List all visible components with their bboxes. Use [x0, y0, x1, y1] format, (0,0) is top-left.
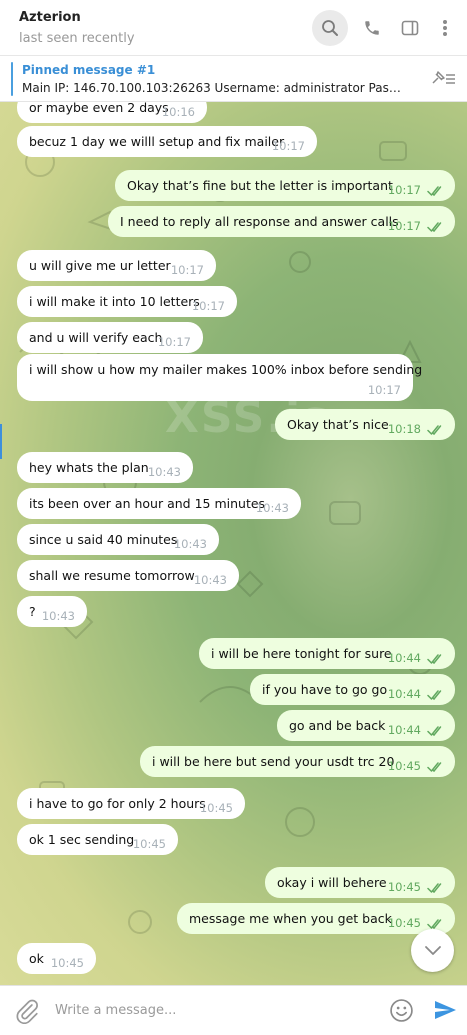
message-time: 10:44	[387, 723, 421, 737]
outgoing-message-bubble[interactable]: okay i will behere 10:45	[265, 867, 455, 898]
incoming-message-bubble[interactable]: hey whats the plan 10:43	[17, 452, 193, 483]
read-receipt-icon	[427, 424, 445, 436]
incoming-message-bubble[interactable]: shall we resume tomorrow 10:43	[17, 560, 239, 591]
outgoing-message-bubble[interactable]: message me when you get back 10:45	[177, 903, 455, 934]
search-icon[interactable]	[312, 10, 348, 46]
incoming-message-bubble[interactable]: i will show u how my mailer makes 100% i…	[17, 354, 422, 401]
message-time: 10:45	[387, 759, 421, 773]
read-receipt-icon	[427, 653, 445, 665]
message-time: 10:16	[161, 105, 195, 119]
message-composer	[0, 985, 467, 1035]
message-time: 10:17	[191, 299, 225, 313]
outgoing-message-bubble[interactable]: I need to reply all response and answer …	[108, 206, 455, 237]
incoming-message-bubble[interactable]: its been over an hour and 15 minutes 10:4…	[17, 488, 301, 519]
message-time: 10:44	[387, 651, 421, 665]
message-text: u will give me ur letter	[29, 258, 171, 273]
emoji-icon[interactable]	[389, 998, 414, 1023]
chat-history[interactable]: XSS.is or maybe even 2 days 10:16 becuz 1 …	[0, 102, 467, 985]
incoming-message-bubble[interactable]: or maybe even 2 days 10:16	[17, 102, 207, 123]
scroll-to-bottom-button[interactable]	[411, 929, 454, 972]
outgoing-message-bubble[interactable]: i will be here tonight for sure 10:44	[199, 638, 455, 669]
read-receipt-icon	[427, 689, 445, 701]
message-time: 10:17	[367, 383, 401, 397]
message-text: ok 1 sec sending	[29, 832, 135, 847]
message-time: 10:44	[387, 687, 421, 701]
read-receipt-icon	[427, 882, 445, 894]
incoming-message-bubble[interactable]: i have to go for only 2 hours 10:45	[17, 788, 245, 819]
phone-icon[interactable]	[354, 10, 390, 46]
incoming-message-bubble[interactable]: i will make it into 10 letters 10:17	[17, 286, 237, 317]
incoming-message-bubble[interactable]: ? 10:43	[17, 596, 87, 627]
incoming-message-bubble[interactable]: u will give me ur letter 10:17	[17, 250, 216, 281]
message-text: ?	[29, 604, 36, 619]
message-text: its been over an hour and 15 minutes	[29, 496, 266, 511]
outgoing-message-bubble[interactable]: Okay that’s fine but the letter is impor…	[115, 170, 455, 201]
outgoing-message-bubble[interactable]: go and be back 10:44	[277, 710, 455, 741]
message-text: message me when you get back	[189, 911, 392, 926]
incoming-message-bubble[interactable]: ok 1 sec sending 10:45	[17, 824, 178, 855]
incoming-message-bubble[interactable]: since u said 40 minutes 10:43	[17, 524, 219, 555]
incoming-message-bubble[interactable]: and u will verify each 10:17	[17, 322, 203, 353]
chevron-down-icon	[424, 945, 441, 955]
read-receipt-icon	[427, 761, 445, 773]
message-time: 10:17	[157, 335, 191, 349]
message-time: 10:45	[50, 956, 84, 970]
message-time: 10:45	[132, 837, 166, 851]
message-text: i will show u how my mailer makes 100% i…	[29, 362, 423, 377]
outgoing-message-bubble[interactable]: i will be here but send your usdt trc 20…	[140, 746, 455, 777]
message-time: 10:43	[173, 537, 207, 551]
message-text: I need to reply all response and answer …	[120, 214, 399, 229]
message-text: shall we resume tomorrow	[29, 568, 195, 583]
incoming-message-bubble[interactable]: becuz 1 day we willl setup and fix maile…	[17, 126, 317, 157]
message-text: i will make it into 10 letters	[29, 294, 200, 309]
message-text: if you have to go go	[262, 682, 388, 697]
sidebar-toggle-icon[interactable]	[392, 10, 428, 46]
message-text: hey whats the plan	[29, 460, 149, 475]
message-time: 10:43	[255, 501, 289, 515]
incoming-message-bubble[interactable]: ok 10:45	[17, 943, 96, 974]
pinned-message-bar[interactable]: Pinned message #1 Main IP: 146.70.100.10…	[0, 56, 467, 102]
message-text: Okay that’s fine but the letter is impor…	[127, 178, 393, 193]
message-time: 10:17	[170, 263, 204, 277]
chat-title[interactable]: Azterion	[19, 10, 81, 25]
read-receipt-icon	[427, 221, 445, 233]
read-receipt-icon	[427, 725, 445, 737]
message-text: i will be here tonight for sure	[211, 646, 392, 661]
message-time: 10:45	[387, 916, 421, 930]
pinned-text: Main IP: 146.70.100.103:26263 Username: …	[22, 81, 406, 95]
message-text: since u said 40 minutes	[29, 532, 178, 547]
message-time: 10:45	[387, 880, 421, 894]
message-time: 10:43	[41, 609, 75, 623]
outgoing-message-bubble[interactable]: Okay that’s nice 10:18	[275, 409, 455, 440]
message-time: 10:17	[271, 139, 305, 153]
scroll-indicator[interactable]	[0, 424, 2, 459]
message-text: i have to go for only 2 hours	[29, 796, 206, 811]
read-receipt-icon	[427, 185, 445, 197]
message-time: 10:43	[147, 465, 181, 479]
outgoing-message-bubble[interactable]: if you have to go go 10:44	[250, 674, 455, 705]
send-icon[interactable]	[433, 998, 457, 1022]
message-text: and u will verify each	[29, 330, 163, 345]
message-input[interactable]	[55, 1000, 365, 1020]
message-text: okay i will behere	[277, 875, 387, 890]
message-text: go and be back	[289, 718, 386, 733]
message-time: 10:18	[387, 422, 421, 436]
message-time: 10:17	[387, 219, 421, 233]
attach-icon[interactable]	[14, 998, 40, 1025]
pinned-title: Pinned message #1	[22, 63, 156, 77]
message-time: 10:45	[199, 801, 233, 815]
chat-status: last seen recently	[19, 31, 135, 46]
pinned-accent-bar	[11, 62, 13, 96]
message-text: ok	[29, 951, 44, 966]
message-time: 10:43	[193, 573, 227, 587]
pinned-list-icon[interactable]	[428, 68, 458, 90]
message-text: Okay that’s nice	[287, 417, 389, 432]
message-text: i will be here but send your usdt trc 20	[152, 754, 395, 769]
more-vertical-icon[interactable]	[427, 10, 463, 46]
message-text: becuz 1 day we willl setup and fix maile…	[29, 134, 285, 149]
message-text: or maybe even 2 days	[29, 102, 169, 115]
message-time: 10:17	[387, 183, 421, 197]
chat-header: Azterion last seen recently	[0, 0, 467, 56]
